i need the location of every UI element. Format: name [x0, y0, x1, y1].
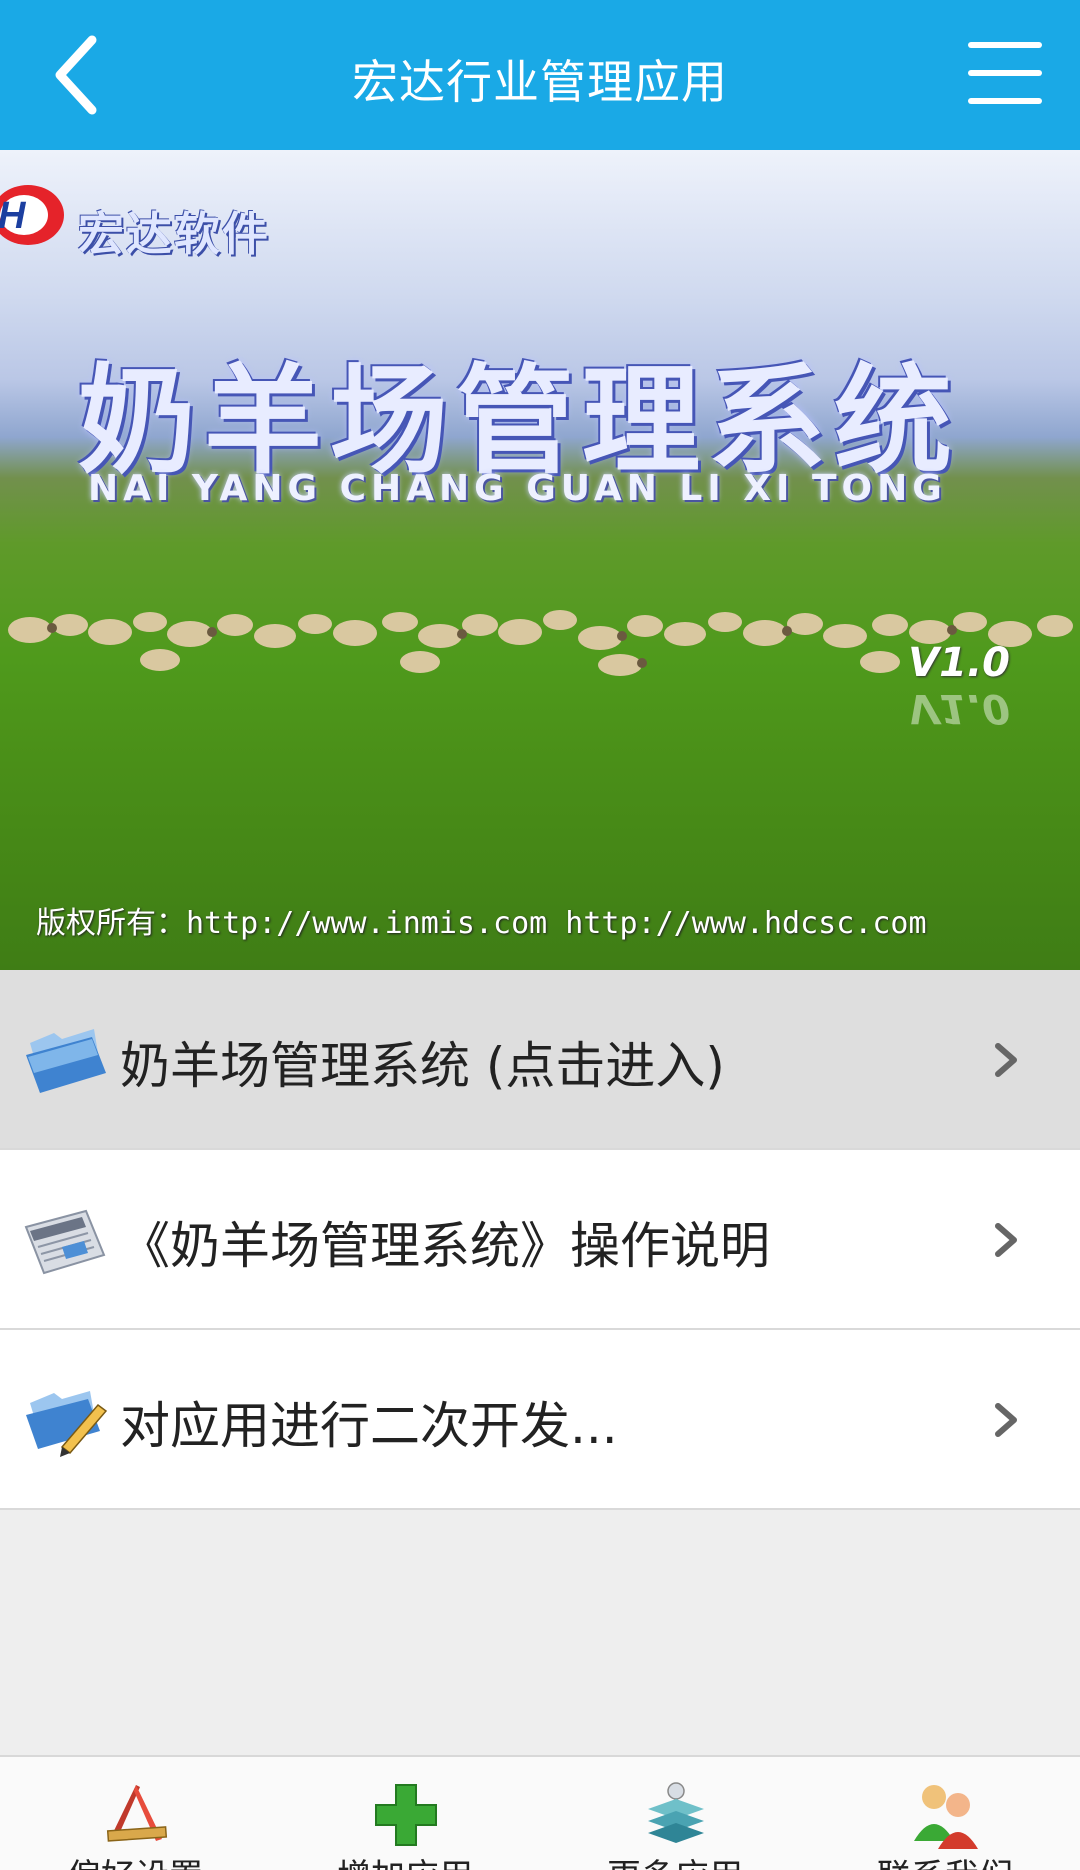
newspaper-icon — [24, 1209, 106, 1275]
hamburger-menu-icon[interactable] — [968, 42, 1042, 108]
list-item-develop[interactable]: 对应用进行二次开发... — [0, 1330, 1080, 1510]
list-item-label: 《奶羊场管理系统》操作说明 — [120, 1217, 770, 1275]
list-item-label: 奶羊场管理系统 (点击进入) — [120, 1037, 725, 1095]
folder-pencil-icon — [26, 1391, 108, 1457]
plus-icon — [375, 1784, 437, 1846]
brand-name: 宏达软件 — [78, 207, 270, 261]
app-list: 奶羊场管理系统 (点击进入) 《奶羊场管理系统》操作说明 对应用进行二次开发..… — [0, 970, 1080, 1510]
contacts-icon — [914, 1785, 978, 1849]
banner-pinyin: NAI YANG CHANG GUAN LI XI TONG — [88, 468, 947, 509]
tab-add-app[interactable]: 增加应用 — [270, 1757, 540, 1870]
chevron-right-icon — [995, 1403, 1017, 1437]
chevron-right-icon — [995, 1223, 1017, 1257]
tab-contact-us[interactable]: 联系我们 — [810, 1757, 1080, 1870]
chevron-right-icon — [995, 1043, 1017, 1077]
page-title: 宏达行业管理应用 — [352, 55, 728, 109]
folder-icon — [26, 1029, 106, 1093]
svg-text:H: H — [0, 195, 27, 237]
app-header: 宏达行业管理应用 — [0, 0, 1080, 150]
tab-preferences[interactable]: 偏好设置 — [0, 1757, 270, 1870]
banner-version-reflection: V1.0 — [908, 685, 1010, 731]
banner-version: V1.0 — [908, 640, 1010, 686]
banner-copyright: 版权所有：http://www.inmis.com http://www.hdc… — [36, 906, 927, 941]
banner-image: H 宏达软件 奶羊场管理系统 NAI YANG CHANG GUAN LI XI… — [0, 150, 1080, 970]
tab-label: 联系我们 — [810, 1849, 1080, 1870]
tab-more-apps[interactable]: 更多应用 — [540, 1757, 810, 1870]
books-icon — [648, 1782, 704, 1843]
tab-label: 增加应用 — [270, 1849, 540, 1870]
tab-label: 偏好设置 — [0, 1849, 270, 1870]
list-item-manual[interactable]: 《奶羊场管理系统》操作说明 — [0, 1150, 1080, 1330]
list-item-label: 对应用进行二次开发... — [120, 1397, 618, 1455]
list-item-enter-system[interactable]: 奶羊场管理系统 (点击进入) — [0, 970, 1080, 1150]
bottom-tab-bar: 偏好设置 增加应用 更多应用 联系我们 — [0, 1755, 1080, 1870]
hd-logo-icon: H — [0, 185, 64, 245]
tab-label: 更多应用 — [540, 1849, 810, 1870]
design-tools-icon — [106, 1785, 168, 1842]
